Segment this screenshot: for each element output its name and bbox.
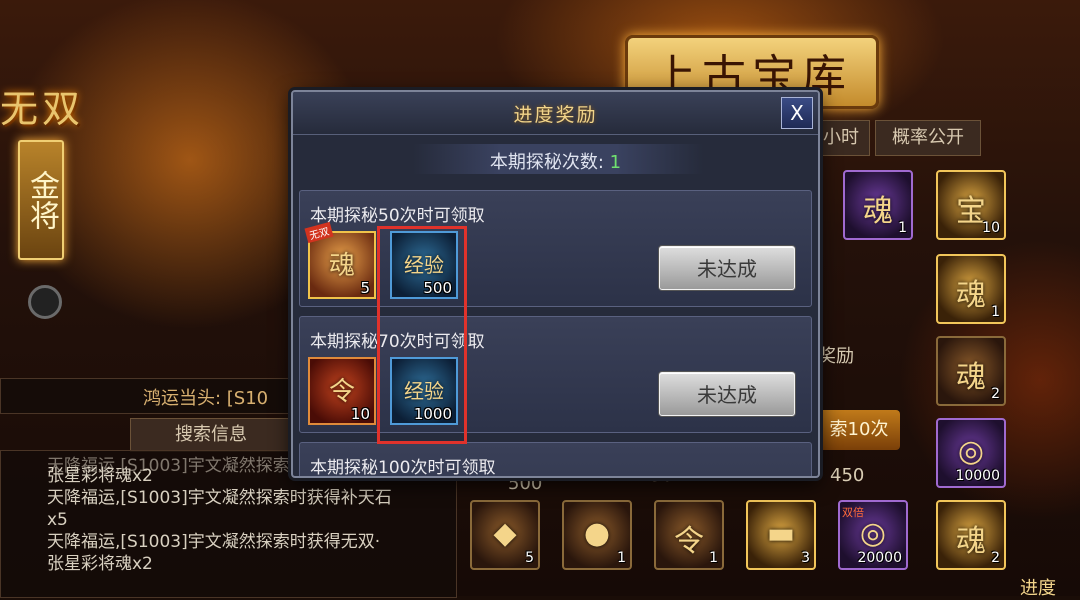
item-count: 3 — [801, 550, 810, 566]
item-count: 1 — [709, 550, 718, 566]
hero-soul-icon: 魂 — [328, 251, 355, 281]
item-count: 20000 — [857, 550, 902, 566]
treasure-item[interactable]: 令 1 — [654, 500, 724, 570]
close-button[interactable]: X — [781, 97, 813, 129]
explore-count-label: 本期探秘次数: — [489, 152, 604, 173]
log-list: 张星彩将魂x2 天降福运,[S1003]宇文凝然探索时获得补天石 x5 天降福运… — [47, 465, 392, 575]
item-count: 1 — [898, 220, 907, 236]
reward-label-partial: 奖励 — [818, 346, 854, 367]
treasure-item[interactable]: 宝 10 — [936, 170, 1006, 240]
reward-card: 本期探秘50次时可领取 无双 魂 5 经验 500 未达成 — [299, 190, 812, 307]
treasure-item[interactable]: 魂 1 — [843, 170, 913, 240]
item-count: 1 — [991, 304, 1000, 320]
reward-item[interactable]: 无双 魂 5 — [304, 221, 376, 299]
treasure-item[interactable]: 魂 1 — [936, 254, 1006, 324]
coin-icon: ◎ — [859, 516, 887, 551]
reward-card: 本期探秘100次时可领取 — [299, 442, 812, 476]
progress-label-partial: 进度 — [1020, 578, 1056, 599]
item-count: 1 — [617, 550, 626, 566]
lucky-text: 鸿运当头: [S10 — [143, 388, 269, 409]
gold-general-badge: 金将 — [18, 140, 64, 260]
time-tab[interactable]: 小时 — [812, 120, 870, 156]
treasure-item[interactable]: ◎ 20000 双倍 — [838, 500, 908, 570]
explore-count-value: 1 — [609, 152, 622, 173]
magnifier-icon[interactable] — [28, 285, 62, 319]
treasure-item[interactable]: 魂 2 — [936, 336, 1006, 406]
progress-reward-dialog: 进度奖励 X 本期探秘次数: 1 本期探秘50次时可领取 无双 魂 5 经验 5… — [291, 90, 820, 478]
item-count: 10 — [350, 405, 370, 423]
gem-icon: ◆ — [493, 516, 517, 551]
explore-ten-button[interactable]: 索10次 — [818, 410, 900, 450]
double-badge: 双倍 — [842, 506, 864, 519]
treasure-item[interactable]: ● 1 — [562, 500, 632, 570]
item-count: 10000 — [955, 468, 1000, 484]
treasure-item[interactable]: ◆ 5 — [470, 500, 540, 570]
reward-list[interactable]: 本期探秘50次时可领取 无双 魂 5 经验 500 未达成 本期探秘70次时可领… — [299, 190, 812, 476]
treasure-item[interactable]: 魂 2 — [936, 500, 1006, 570]
log-line: 天降福运,[S1003]宇文凝然探索时获得补天石 — [47, 488, 392, 508]
reward-condition: 本期探秘100次时可领取 — [310, 458, 496, 476]
reward-card: 本期探秘70次时可领取 令 10 经验 1000 未达成 — [299, 316, 812, 433]
coin-icon: ◎ — [957, 434, 985, 469]
reward-condition: 本期探秘50次时可领取 — [310, 206, 485, 226]
wushuang-badge: 无双 — [304, 221, 334, 244]
log-line: 天降福运,[S1003]宇文凝然探索时获得无双· — [47, 532, 381, 552]
cost-label: 450 — [830, 465, 865, 486]
item-count: 5 — [525, 550, 534, 566]
orb-icon: ● — [583, 516, 611, 551]
treasure-item[interactable]: ◎ 10000 — [936, 418, 1006, 488]
item-count: 2 — [991, 386, 1000, 402]
command-scroll-icon: 令 — [328, 377, 355, 407]
item-count: 2 — [991, 550, 1000, 566]
item-count: 5 — [360, 279, 370, 297]
wushuang-title: 无双 — [0, 87, 85, 131]
treasure-item[interactable]: ▬ 3 — [746, 500, 816, 570]
log-line: x5 — [47, 510, 68, 530]
search-info-tab[interactable]: 搜索信息 — [130, 418, 292, 452]
log-line: 张星彩将魂x2 — [47, 554, 153, 574]
highlight-box — [377, 226, 467, 444]
gold-bar-icon: ▬ — [766, 516, 796, 551]
lucky-bar: 鸿运当头: [S10 — [0, 378, 294, 414]
not-reached-button[interactable]: 未达成 — [659, 246, 795, 290]
not-reached-button[interactable]: 未达成 — [659, 372, 795, 416]
item-count: 10 — [982, 220, 1000, 236]
reward-item[interactable]: 令 10 — [308, 357, 376, 425]
dialog-title: 进度奖励 — [513, 104, 598, 126]
explore-count: 本期探秘次数: 1 — [293, 148, 818, 174]
probability-tab[interactable]: 概率公开 — [875, 120, 981, 156]
